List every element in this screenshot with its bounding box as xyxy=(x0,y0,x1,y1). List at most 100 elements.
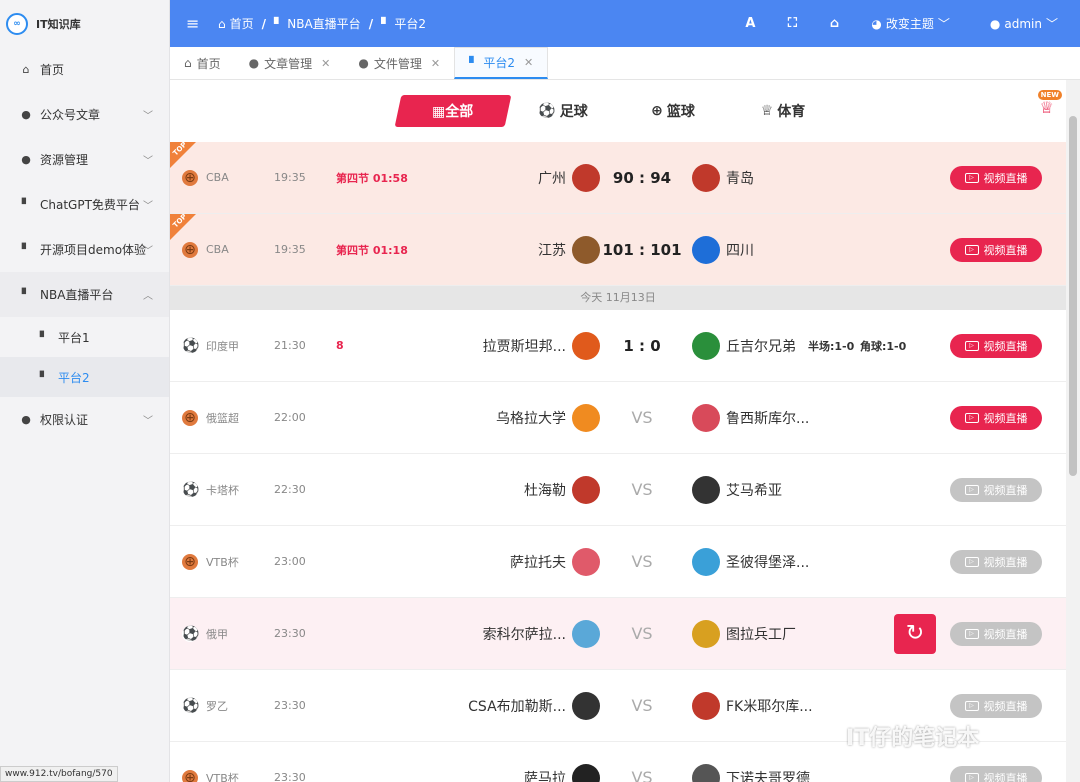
close-icon[interactable]: ✕ xyxy=(321,57,330,70)
scrollbar[interactable] xyxy=(1066,80,1080,782)
home-team[interactable]: 萨拉托夫 xyxy=(510,547,600,576)
breadcrumb-item[interactable]: 平台2 xyxy=(394,15,426,32)
live-stream-button[interactable]: ▷ 视频直播 xyxy=(950,477,1042,502)
team-logo-icon xyxy=(692,547,720,576)
away-team[interactable]: 下诺夫哥罗德 xyxy=(692,763,810,782)
refresh-button[interactable]: ↻ xyxy=(894,613,936,654)
status-bar-url: www.912.tv/bofang/570 xyxy=(0,766,118,782)
sidebar-item[interactable]: ▘ NBA直播平台 ︿ xyxy=(0,272,169,317)
live-stream-button[interactable]: ▷ 视频直播 xyxy=(950,405,1042,430)
filter-label: 全部 xyxy=(445,104,474,120)
filter-all[interactable]: ▦全部 xyxy=(394,95,512,127)
live-stream-button[interactable]: ▷ 视频直播 xyxy=(950,237,1042,262)
sidebar-item[interactable]: ▘ 平台1 xyxy=(0,317,169,357)
sidebar-item-label: 权限认证 xyxy=(40,413,89,427)
breadcrumb: ⌂ 首页 / ▘ NBA直播平台 / ▘ 平台2 xyxy=(218,15,426,32)
live-stream-button[interactable]: ▷ 视频直播 xyxy=(950,165,1042,190)
tv-icon: ▷ xyxy=(964,772,979,782)
home-team[interactable]: 广州 xyxy=(538,163,600,192)
match-row[interactable]: TOP ⊕ CBA 19:35 第四节 01:18 江苏 101 : 101 四川 ▷ 视频直播 xyxy=(170,213,1066,286)
team-name: 艾马希亚 xyxy=(726,482,782,499)
home-icon[interactable]: ⌂ xyxy=(813,16,855,31)
match-status: 8 xyxy=(336,339,344,352)
live-stream-button[interactable]: ▷ 视频直播 xyxy=(950,549,1042,574)
tab-label: 首页 xyxy=(196,56,221,71)
sidebar-item[interactable]: ● 权限认证 ﹀ xyxy=(0,397,169,442)
menu-toggle-icon[interactable]: ≡ xyxy=(186,14,206,33)
filter-sports[interactable]: ♕ 体育 xyxy=(728,95,838,127)
home-team[interactable]: 拉贾斯坦邦... xyxy=(483,331,600,360)
corner-count: 角球:1-0 xyxy=(860,339,907,353)
home-team[interactable]: 江苏 xyxy=(538,235,600,264)
sidebar-item[interactable]: ▘ 开源项目demo体验 ﹀ xyxy=(0,227,169,272)
live-stream-button[interactable]: ▷ 视频直播 xyxy=(950,765,1042,782)
file-icon: ▘ xyxy=(21,243,31,256)
away-team[interactable]: 艾马希亚 xyxy=(692,475,782,504)
away-team[interactable]: 青岛 xyxy=(692,163,754,192)
vs-label: VS xyxy=(631,624,653,643)
away-team[interactable]: 四川 xyxy=(692,235,754,264)
users-icon: ● xyxy=(21,108,31,121)
breadcrumb-item[interactable]: 首页 xyxy=(230,15,254,32)
match-row[interactable]: ⊕ VTB杯 23:00 萨拉托夫 VS 圣彼得堡泽... ▷ 视频直播 xyxy=(170,526,1066,598)
close-icon[interactable]: ✕ xyxy=(431,57,440,70)
match-row[interactable]: TOP ⊕ CBA 19:35 第四节 01:58 广州 90 : 94 青岛 ▷ 视频直播 xyxy=(170,141,1066,214)
match-status: 第四节 01:18 xyxy=(336,243,408,257)
date-divider: 今天 11月13日 xyxy=(170,286,1066,310)
file-icon: ▘ xyxy=(21,198,31,211)
tab-platform2[interactable]: ▘ 平台2 ✕ xyxy=(454,47,549,79)
home-team[interactable]: 索科尔萨拉... xyxy=(483,619,600,648)
league-name: 俄甲 xyxy=(206,627,228,641)
filter-basketball[interactable]: ⊕ 篮球 xyxy=(618,95,728,127)
font-size-icon[interactable]: A xyxy=(729,16,771,31)
sidebar-item[interactable]: ⌂ 首页 xyxy=(0,47,169,92)
league-name: CBA xyxy=(206,243,229,256)
breadcrumb-item[interactable]: NBA直播平台 xyxy=(287,15,360,32)
team-logo-icon xyxy=(572,763,600,782)
tab-files[interactable]: ● 文件管理 ✕ xyxy=(344,47,454,79)
home-team[interactable]: 杜海勒 xyxy=(524,475,600,504)
tv-icon: ▷ xyxy=(964,340,979,351)
away-team[interactable]: 圣彼得堡泽... xyxy=(692,547,809,576)
match-time: 23:30 xyxy=(274,771,306,782)
sidebar-item[interactable]: ▘ 平台2 xyxy=(0,357,169,397)
tab-home[interactable]: ⌂ 首页 xyxy=(170,47,235,79)
trophy-icon: ♕ xyxy=(760,103,774,119)
scrollbar-thumb[interactable] xyxy=(1069,116,1077,476)
main-content: ▦全部 ⚽ 足球 ⊕ 篮球 ♕ 体育 NEW ♕ TOP ⊕ CBA 19:35 第四节 01… xyxy=(170,80,1066,782)
sidebar-item[interactable]: ● 公众号文章 ﹀ xyxy=(0,92,169,137)
close-icon[interactable]: ✕ xyxy=(524,56,533,69)
fullscreen-icon[interactable]: ⛶ xyxy=(771,16,813,31)
match-row[interactable]: ⊕ 俄篮超 22:00 乌格拉大学 VS 鲁西斯库尔... ▷ 视频直播 xyxy=(170,382,1066,454)
home-team[interactable]: CSA布加勒斯... xyxy=(468,691,600,720)
match-row[interactable]: ⚽ 俄甲 23:30 索科尔萨拉... VS 图拉兵工厂 ↻ ▷ 视频直播 xyxy=(170,598,1066,670)
match-row[interactable]: ⚽ 卡塔杯 22:30 杜海勒 VS 艾马希亚 ▷ 视频直播 xyxy=(170,454,1066,526)
team-logo-icon xyxy=(692,235,720,264)
live-stream-button[interactable]: ▷ 视频直播 xyxy=(950,693,1042,718)
away-team[interactable]: 图拉兵工厂 xyxy=(692,619,796,648)
user-menu[interactable]: ● admin ﹀ xyxy=(990,15,1058,32)
away-team[interactable]: FK米耶尔库... xyxy=(692,691,813,720)
logo[interactable]: ∞ IT知识库 xyxy=(0,0,169,47)
theme-switcher[interactable]: ◕ 改变主题 ﹀ xyxy=(871,15,950,32)
team-name: 萨拉托夫 xyxy=(510,554,566,571)
live-stream-button[interactable]: ▷ 视频直播 xyxy=(950,621,1042,646)
league-name: 卡塔杯 xyxy=(206,483,239,497)
live-stream-button[interactable]: ▷ 视频直播 xyxy=(950,333,1042,358)
sidebar-item-label: 开源项目demo体验 xyxy=(40,243,147,257)
team-logo-icon xyxy=(692,691,720,720)
sidebar-item[interactable]: ● 资源管理 ﹀ xyxy=(0,137,169,182)
sidebar-item[interactable]: ▘ ChatGPT免费平台 ﹀ xyxy=(0,182,169,227)
tab-articles[interactable]: ● 文章管理 ✕ xyxy=(235,47,345,79)
home-team[interactable]: 萨马拉 xyxy=(524,763,600,782)
file-icon: ▘ xyxy=(469,55,479,70)
match-row[interactable]: ⚽ 印度甲 21:30 8 拉贾斯坦邦... 1 : 0 丘吉尔兄弟 半场:1-0 角球:1-0… xyxy=(170,310,1066,382)
trophy-icon[interactable]: ♕ xyxy=(1040,98,1054,117)
chevron-up-icon: ︿ xyxy=(143,291,153,302)
filter-football[interactable]: ⚽ 足球 xyxy=(508,95,618,127)
away-team[interactable]: 鲁西斯库尔... xyxy=(692,403,809,432)
home-team[interactable]: 乌格拉大学 xyxy=(496,403,600,432)
away-team[interactable]: 丘吉尔兄弟 半场:1-0 xyxy=(692,331,854,360)
match-time: 21:30 xyxy=(274,339,306,352)
live-label: 视频直播 xyxy=(983,171,1028,185)
